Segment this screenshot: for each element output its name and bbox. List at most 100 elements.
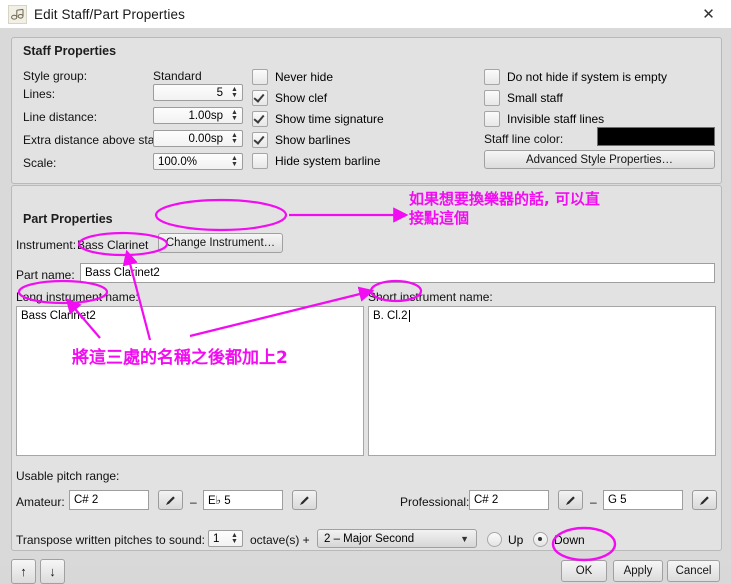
checkbox-box[interactable] xyxy=(252,69,268,85)
short-instrument-name-value: B. Cl.2 xyxy=(373,310,408,322)
radio-direction-down[interactable]: Down xyxy=(533,532,585,547)
scale-label: Scale: xyxy=(23,156,57,170)
long-instrument-name-value: Bass Clarinet2 xyxy=(21,310,96,322)
part-name-value: Bass Clarinet2 xyxy=(85,267,160,279)
amateur-low-value: C# 2 xyxy=(74,494,99,506)
chevron-down-icon[interactable]: ▼ xyxy=(460,534,469,544)
transpose-interval-select[interactable]: 2 – Major Second ▼ xyxy=(317,529,477,548)
checkbox-do-not-hide-if-empty[interactable]: Do not hide if system is empty xyxy=(484,69,667,85)
professional-high-pencil-icon[interactable] xyxy=(692,490,717,510)
spinner-arrows-icon[interactable]: ▲ ▼ xyxy=(227,86,242,99)
scale-spinbox[interactable]: 100.0% ▲ ▼ xyxy=(153,153,243,170)
lines-label: Lines: xyxy=(23,87,56,101)
checkbox-small-staff[interactable]: Small staff xyxy=(484,90,563,106)
checkbox-label: Never hide xyxy=(275,70,334,84)
window-titlebar: Edit Staff/Part Properties ✕ xyxy=(0,0,731,28)
amateur-label: Amateur: xyxy=(16,495,65,509)
lines-spinbox[interactable]: 5 ▲ ▼ xyxy=(153,84,243,101)
spinner-arrows-icon[interactable]: ▲ ▼ xyxy=(227,532,242,545)
style-group-value: Standard xyxy=(153,69,202,83)
line-distance-label: Line distance: xyxy=(23,110,98,124)
change-instrument-button[interactable]: Change Instrument… xyxy=(158,233,283,253)
amateur-low-pencil-icon[interactable] xyxy=(158,490,183,510)
musescore-logo-icon xyxy=(8,4,27,24)
staff-properties-title: Staff Properties xyxy=(23,44,117,58)
spinner-arrows-icon[interactable]: ▲ ▼ xyxy=(227,155,242,168)
checkbox-box[interactable] xyxy=(252,153,268,169)
short-instrument-name-textarea[interactable]: B. Cl.2 xyxy=(368,306,716,456)
checkbox-box[interactable] xyxy=(252,90,268,106)
checkbox-box[interactable] xyxy=(484,111,500,127)
radio-direction-up[interactable]: Up xyxy=(487,532,523,547)
close-icon[interactable]: ✕ xyxy=(686,0,731,28)
move-staff-up-button[interactable]: ↑ xyxy=(11,559,36,584)
checkbox-box[interactable] xyxy=(252,111,268,127)
amateur-high-pencil-icon[interactable] xyxy=(292,490,317,510)
part-name-label: Part name: xyxy=(16,268,75,282)
checkbox-show-barlines[interactable]: Show barlines xyxy=(252,132,350,148)
extra-distance-value: 0.00sp xyxy=(188,132,223,145)
checkbox-box[interactable] xyxy=(484,69,500,85)
transpose-octaves-value: 1 xyxy=(213,532,220,545)
dialog-body: Staff Properties Style group: Standard L… xyxy=(0,28,731,584)
amateur-low-input[interactable]: C# 2 xyxy=(69,490,149,510)
instrument-value: Bass Clarinet xyxy=(77,238,149,252)
staff-line-color-swatch[interactable] xyxy=(597,127,715,146)
professional-high-input[interactable]: G 5 xyxy=(603,490,683,510)
checkbox-show-clef[interactable]: Show clef xyxy=(252,90,327,106)
part-properties-title: Part Properties xyxy=(23,212,113,226)
amateur-high-value: E♭ 5 xyxy=(208,495,231,507)
radio-button[interactable] xyxy=(487,532,502,547)
long-instrument-name-textarea[interactable]: Bass Clarinet2 xyxy=(16,306,364,456)
transpose-octaves-spinbox[interactable]: 1 ▲ ▼ xyxy=(208,530,243,547)
cancel-button[interactable]: Cancel xyxy=(667,560,720,582)
move-staff-down-button[interactable]: ↓ xyxy=(40,559,65,584)
professional-low-input[interactable]: C# 2 xyxy=(469,490,549,510)
style-group-label: Style group: xyxy=(23,69,88,83)
checkbox-never-hide[interactable]: Never hide xyxy=(252,69,333,85)
short-instrument-name-label: Short instrument name: xyxy=(368,290,493,304)
checkbox-label: Show barlines xyxy=(275,133,351,147)
apply-button[interactable]: Apply xyxy=(613,560,663,582)
amateur-range-dash: – xyxy=(190,495,197,509)
annotation-note-add-two: 將這三處的名稱之後都加上2 xyxy=(72,348,288,368)
scale-value: 100.0% xyxy=(158,155,198,168)
ok-button[interactable]: OK xyxy=(561,560,607,582)
usable-pitch-range-label: Usable pitch range: xyxy=(16,469,120,483)
checkbox-box[interactable] xyxy=(484,90,500,106)
transpose-label: Transpose written pitches to sound: xyxy=(16,533,205,547)
instrument-label: Instrument: xyxy=(16,238,77,252)
radio-button[interactable] xyxy=(533,532,548,547)
professional-low-pencil-icon[interactable] xyxy=(558,490,583,510)
checkbox-label: Small staff xyxy=(507,91,563,105)
part-name-input[interactable]: Bass Clarinet2 xyxy=(80,263,715,283)
checkbox-label: Show clef xyxy=(275,91,328,105)
radio-label: Up xyxy=(508,532,524,547)
line-distance-value: 1.00sp xyxy=(188,109,223,122)
checkbox-label: Do not hide if system is empty xyxy=(507,70,668,84)
amateur-high-input[interactable]: E♭ 5 xyxy=(203,490,283,510)
professional-high-value: G 5 xyxy=(608,494,627,506)
spinner-arrows-icon[interactable]: ▲ ▼ xyxy=(227,109,242,122)
extra-distance-label: Extra distance above staff: xyxy=(23,133,165,147)
checkbox-show-time-signature[interactable]: Show time signature xyxy=(252,111,384,127)
checkbox-label: Invisible staff lines xyxy=(507,112,605,126)
professional-label: Professional: xyxy=(400,495,470,509)
line-distance-spinbox[interactable]: 1.00sp ▲ ▼ xyxy=(153,107,243,124)
extra-distance-spinbox[interactable]: 0.00sp ▲ ▼ xyxy=(153,130,243,147)
annotation-note-change-instrument: 如果想要換樂器的話, 可以直 接點這個 xyxy=(409,190,600,227)
checkbox-hide-system-barline[interactable]: Hide system barline xyxy=(252,153,380,169)
transpose-octave-suffix: octave(s) + xyxy=(250,533,310,547)
long-instrument-name-label: Long instrument name: xyxy=(16,290,139,304)
checkbox-label: Show time signature xyxy=(275,112,384,126)
checkbox-box[interactable] xyxy=(252,132,268,148)
spinner-arrows-icon[interactable]: ▲ ▼ xyxy=(227,132,242,145)
advanced-style-properties-button[interactable]: Advanced Style Properties… xyxy=(484,150,715,169)
transpose-interval-value: 2 – Major Second xyxy=(324,532,415,545)
lines-value: 5 xyxy=(216,86,223,99)
window-title: Edit Staff/Part Properties xyxy=(34,6,185,22)
radio-label: Down xyxy=(554,532,585,547)
checkbox-invisible-staff-lines[interactable]: Invisible staff lines xyxy=(484,111,604,127)
professional-low-value: C# 2 xyxy=(474,494,499,506)
checkbox-label: Hide system barline xyxy=(275,154,381,168)
